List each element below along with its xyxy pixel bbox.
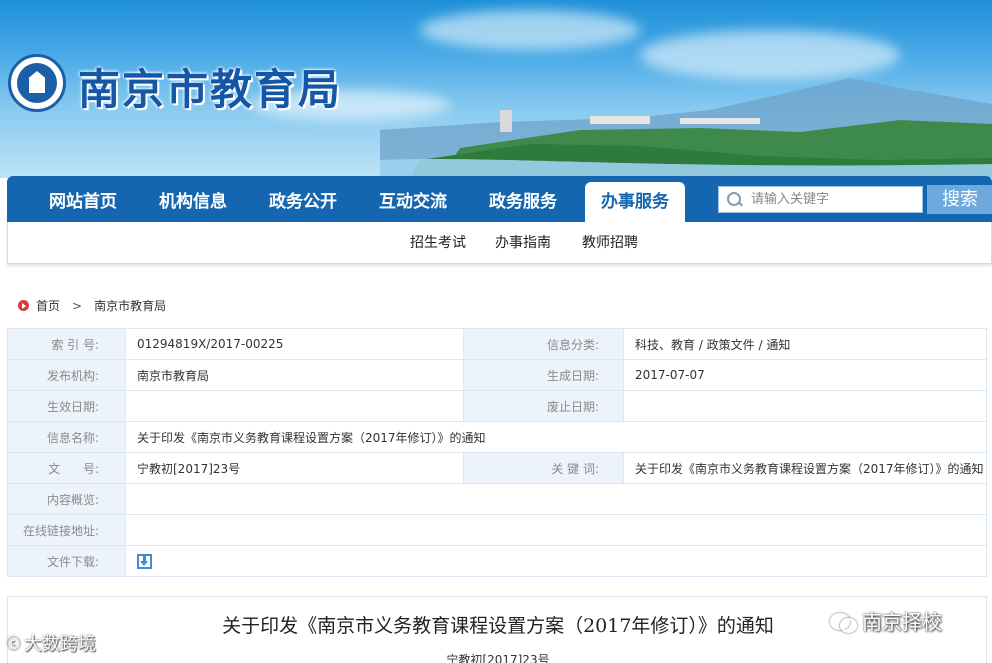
table-row: 文件下载:: [7, 545, 987, 577]
header-banner: 南京市教育局: [0, 0, 992, 178]
category-value: 科技、教育 / 政策文件 / 通知: [623, 328, 987, 360]
docno-label: 文 号:: [7, 452, 126, 484]
wechat-icon: [830, 611, 857, 633]
watermark-right: 南京择校: [830, 606, 942, 635]
created-value: 2017-07-07: [623, 359, 987, 391]
nav-item-gov-services[interactable]: 政务服务: [473, 184, 573, 222]
breadcrumb-home[interactable]: 首页: [36, 297, 60, 314]
publisher-label: 发布机构:: [7, 359, 126, 391]
docno-value: 宁教初[2017]23号: [125, 452, 464, 484]
table-row: 信息名称: 关于印发《南京市义务教育课程设置方案（2017年修订）》的通知: [7, 421, 987, 453]
breadcrumb-separator: >: [72, 298, 83, 313]
download-label: 文件下载:: [7, 545, 126, 577]
expired-label: 废止日期:: [463, 390, 624, 422]
nav-item-home[interactable]: 网站首页: [33, 184, 133, 222]
banner-cloud: [420, 10, 640, 50]
search-button[interactable]: 搜索: [927, 185, 992, 214]
main-nav: 网站首页 机构信息 政务公开 互动交流 政务服务 办事服务 搜索: [7, 176, 992, 222]
sub-nav: 招生考试 办事指南 教师招聘: [7, 222, 992, 264]
keywords-label: 关 键 词:: [463, 452, 624, 484]
nav-item-services-active[interactable]: 办事服务: [585, 182, 685, 222]
subnav-item-admissions[interactable]: 招生考试: [410, 232, 466, 252]
nav-item-organization[interactable]: 机构信息: [143, 184, 243, 222]
watermark-logo-icon: ⓒ: [6, 636, 20, 652]
banner-landscape: [380, 78, 992, 178]
expired-value: [623, 390, 987, 422]
table-row: 索 引 号: 01294819X/2017-00225 信息分类: 科技、教育 …: [7, 328, 987, 360]
link-label: 在线链接地址:: [7, 514, 126, 546]
home-icon: [18, 300, 29, 311]
breadcrumb: 首页 > 南京市教育局: [18, 297, 166, 314]
info-table: 索 引 号: 01294819X/2017-00225 信息分类: 科技、教育 …: [7, 328, 987, 577]
index-label: 索 引 号:: [7, 328, 126, 360]
link-value[interactable]: [125, 514, 987, 546]
download-icon[interactable]: [137, 553, 152, 569]
keywords-value: 关于印发《南京市义务教育课程设置方案（2017年修订）》的通知: [623, 452, 987, 484]
article-doc-number: 宁教初[2017]23号: [446, 653, 550, 663]
summary-value: [125, 483, 987, 515]
name-label: 信息名称:: [7, 421, 126, 453]
index-value: 01294819X/2017-00225: [125, 328, 464, 360]
breadcrumb-current[interactable]: 南京市教育局: [94, 297, 166, 314]
nav-item-interaction[interactable]: 互动交流: [363, 184, 463, 222]
site-title[interactable]: 南京市教育局: [78, 56, 342, 117]
subnav-item-guide[interactable]: 办事指南: [495, 232, 551, 252]
nav-item-gov-affairs[interactable]: 政务公开: [253, 184, 353, 222]
category-label: 信息分类:: [463, 328, 624, 360]
publisher-value: 南京市教育局: [125, 359, 464, 391]
effective-label: 生效日期:: [7, 390, 126, 422]
table-row: 内容概览:: [7, 483, 987, 515]
name-value: 关于印发《南京市义务教育课程设置方案（2017年修订）》的通知: [125, 421, 987, 453]
search-box: [718, 186, 923, 213]
search-icon: [719, 187, 747, 212]
search-input[interactable]: [747, 187, 917, 212]
watermark-right-text: 南京择校: [862, 610, 942, 634]
effective-value: [125, 390, 464, 422]
watermark-left: ⓒ 大数跨境: [6, 630, 96, 656]
created-label: 生成日期:: [463, 359, 624, 391]
summary-label: 内容概览:: [7, 483, 126, 515]
table-row: 发布机构: 南京市教育局 生成日期: 2017-07-07: [7, 359, 987, 391]
table-row: 在线链接地址:: [7, 514, 987, 546]
watermark-left-text: 大数跨境: [24, 634, 96, 655]
table-row: 生效日期: 废止日期:: [7, 390, 987, 422]
subnav-item-teacher-recruitment[interactable]: 教师招聘: [582, 232, 638, 252]
table-row: 文 号: 宁教初[2017]23号 关 键 词: 关于印发《南京市义务教育课程设…: [7, 452, 987, 484]
download-cell: [125, 545, 987, 577]
city-seal-logo[interactable]: [8, 54, 66, 112]
